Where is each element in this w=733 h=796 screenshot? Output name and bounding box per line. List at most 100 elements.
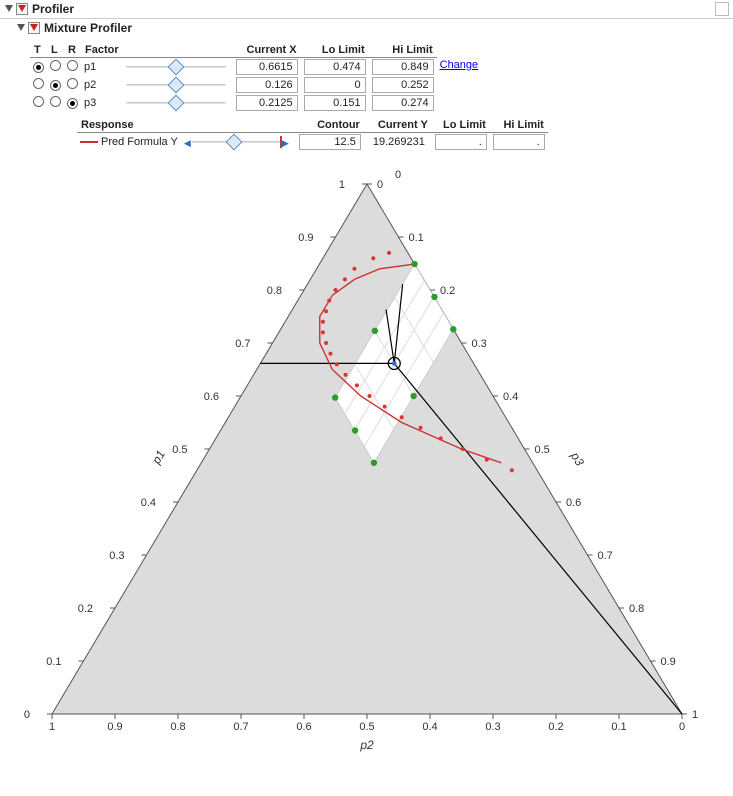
svg-text:0.7: 0.7 (233, 721, 248, 733)
factor-name: p1 (81, 58, 123, 77)
table-row: p1 0.6615 0.474 0.849 Change (30, 58, 481, 77)
col-r: R (64, 43, 81, 58)
svg-text:0.2: 0.2 (440, 285, 455, 297)
svg-text:0.3: 0.3 (109, 550, 124, 562)
panel-options-icon[interactable] (715, 2, 729, 16)
col-lo: Lo Limit (301, 43, 369, 58)
currentx-value[interactable]: 0.6615 (236, 59, 298, 75)
col-currentx: Current X (233, 43, 301, 58)
col-currenty: Current Y (364, 118, 432, 133)
table-row: p2 0.126 0 0.252 (30, 76, 481, 94)
radio-t[interactable] (33, 62, 44, 73)
svg-text:0.3: 0.3 (485, 721, 500, 733)
svg-text:0: 0 (377, 179, 383, 191)
svg-text:0.7: 0.7 (597, 550, 612, 562)
disclosure-triangle-icon[interactable] (4, 4, 14, 14)
controls-panel: T L R Factor Current X Lo Limit Hi Limit… (0, 37, 733, 155)
svg-text:0.2: 0.2 (77, 603, 92, 615)
disclosure-triangle-icon[interactable] (16, 23, 26, 33)
col-l: L (47, 43, 64, 58)
factor-table: T L R Factor Current X Lo Limit Hi Limit… (30, 43, 481, 112)
svg-text:0.9: 0.9 (298, 232, 313, 244)
col-t: T (30, 43, 47, 58)
contour-value[interactable]: 12.5 (299, 134, 361, 150)
red-triangle-icon[interactable] (28, 22, 40, 34)
svg-text:0.8: 0.8 (170, 721, 185, 733)
response-name: Pred Formula Y (77, 133, 181, 152)
contour-slider[interactable]: ◀ ▶ (184, 135, 289, 149)
ternary-plot[interactable]: 1010.90.10.90.80.20.80.70.30.70.60.40.60… (22, 159, 712, 759)
svg-text:1: 1 (692, 709, 698, 721)
radio-t[interactable] (33, 78, 44, 89)
svg-text:0.1: 0.1 (408, 232, 423, 244)
svg-text:0: 0 (395, 169, 401, 181)
svg-text:0.1: 0.1 (46, 656, 61, 668)
col-slider (123, 43, 233, 58)
lo-limit-value[interactable]: 0.474 (304, 59, 366, 75)
arrow-left-icon[interactable]: ◀ (184, 138, 191, 149)
radio-r[interactable] (67, 60, 78, 71)
series-color-icon (80, 141, 98, 143)
factor-name: p3 (81, 94, 123, 112)
radio-r[interactable] (67, 98, 78, 109)
table-row: p3 0.2125 0.151 0.274 (30, 94, 481, 112)
currentx-value[interactable]: 0.126 (236, 77, 298, 93)
svg-text:0: 0 (23, 709, 29, 721)
col-contour: Contour (296, 118, 364, 133)
svg-text:0.3: 0.3 (471, 338, 486, 350)
svg-text:0.6: 0.6 (203, 391, 218, 403)
svg-text:0.4: 0.4 (140, 497, 155, 509)
profiler-header[interactable]: Profiler (0, 0, 733, 19)
factor-slider[interactable] (126, 78, 226, 92)
svg-text:0.4: 0.4 (503, 391, 518, 403)
lo-limit-value[interactable]: . (435, 134, 487, 150)
red-triangle-icon[interactable] (16, 3, 28, 15)
col-slider (181, 118, 296, 133)
hi-limit-value[interactable]: 0.252 (372, 77, 434, 93)
svg-text:p3: p3 (567, 449, 586, 469)
svg-text:0.8: 0.8 (629, 603, 644, 615)
factor-slider[interactable] (126, 96, 226, 110)
svg-text:0.5: 0.5 (359, 721, 374, 733)
factor-name: p2 (81, 76, 123, 94)
svg-text:0.6: 0.6 (566, 497, 581, 509)
svg-text:1: 1 (48, 721, 54, 733)
hi-limit-value[interactable]: 0.849 (372, 59, 434, 75)
svg-text:0.9: 0.9 (660, 656, 675, 668)
svg-text:0.9: 0.9 (107, 721, 122, 733)
svg-text:0.6: 0.6 (296, 721, 311, 733)
currentx-value[interactable]: 0.2125 (236, 95, 298, 111)
hi-limit-value[interactable]: . (493, 134, 545, 150)
mixture-profiler-header[interactable]: Mixture Profiler (12, 19, 733, 37)
svg-text:0.8: 0.8 (266, 285, 281, 297)
hi-limit-value[interactable]: 0.274 (372, 95, 434, 111)
lo-limit-value[interactable]: 0 (304, 77, 366, 93)
svg-text:0.4: 0.4 (422, 721, 437, 733)
mixture-profiler-title: Mixture Profiler (44, 21, 132, 35)
svg-text:p1: p1 (148, 448, 167, 467)
radio-l[interactable] (50, 96, 61, 107)
svg-text:0.5: 0.5 (172, 444, 187, 456)
svg-text:0.1: 0.1 (611, 721, 626, 733)
lo-limit-value[interactable]: 0.151 (304, 95, 366, 111)
col-response: Response (77, 118, 181, 133)
change-link[interactable]: Change (440, 59, 479, 71)
radio-r[interactable] (67, 78, 78, 89)
col-lo: Lo Limit (432, 118, 490, 133)
table-row: Pred Formula Y ◀ ▶ 12.5 19.269231 . . (30, 133, 548, 152)
radio-l[interactable] (50, 80, 61, 91)
svg-text:0.7: 0.7 (235, 338, 250, 350)
col-hi: Hi Limit (490, 118, 548, 133)
arrow-right-icon[interactable]: ▶ (282, 138, 289, 149)
radio-l[interactable] (50, 60, 61, 71)
profiler-title: Profiler (32, 2, 74, 16)
currenty-value: 19.269231 (367, 135, 429, 149)
svg-text:p2: p2 (359, 738, 374, 752)
col-factor: Factor (81, 43, 123, 58)
factor-slider[interactable] (126, 60, 226, 74)
svg-text:1: 1 (338, 179, 344, 191)
svg-text:0.2: 0.2 (548, 721, 563, 733)
radio-t[interactable] (33, 96, 44, 107)
svg-text:0.5: 0.5 (534, 444, 549, 456)
svg-text:0: 0 (678, 721, 684, 733)
